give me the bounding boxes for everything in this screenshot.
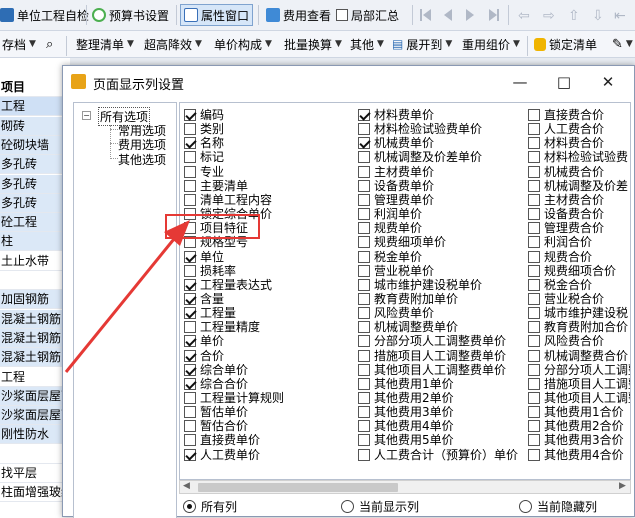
annotation-arrow-icon: [64, 220, 190, 373]
